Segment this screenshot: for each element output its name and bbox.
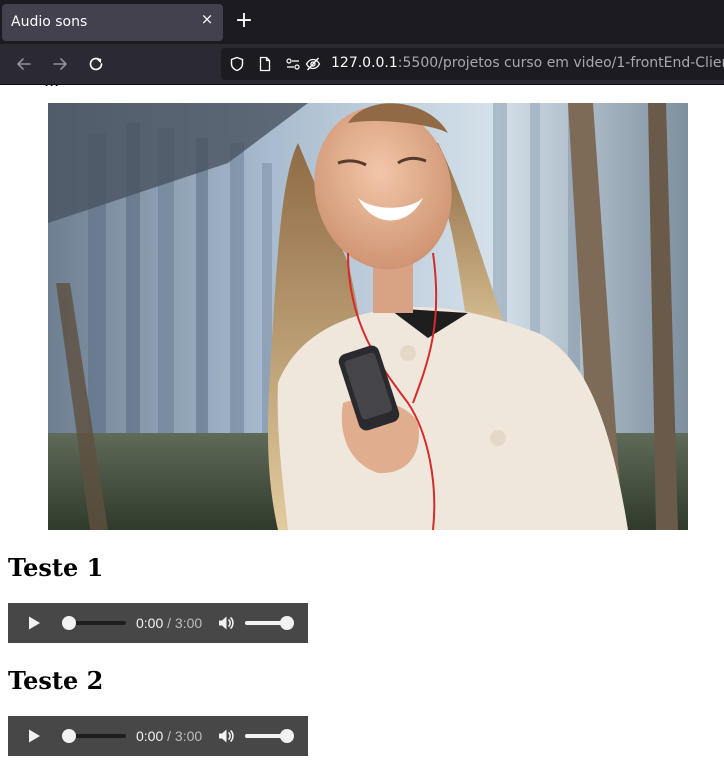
audio-player[interactable]: 0:00 / 3:00 (8, 716, 308, 756)
time-display: 0:00 / 3:00 (136, 728, 202, 744)
url-host: 127.0.0.1 (331, 55, 398, 71)
seek-thumb[interactable] (62, 729, 76, 743)
current-time: 0:00 (136, 615, 164, 631)
cut-off-text: ... (44, 85, 59, 90)
heading-teste-2: Teste 2 (8, 666, 104, 695)
reload-icon[interactable] (86, 54, 106, 74)
current-time: 0:00 (136, 728, 164, 744)
play-icon[interactable] (26, 615, 42, 631)
play-icon[interactable] (26, 728, 42, 744)
page-viewport: ... (0, 85, 724, 764)
duration: / 3:00 (163, 728, 203, 744)
time-display: 0:00 / 3:00 (136, 615, 202, 631)
volume-thumb[interactable] (280, 616, 294, 630)
tracking-blocked-icon[interactable] (305, 56, 321, 72)
volume-icon[interactable] (217, 614, 235, 632)
navigation-toolbar: 127.0.0.1:5500/projetos curso em video/1… (0, 44, 724, 85)
shield-icon[interactable] (229, 56, 245, 72)
page-icon[interactable] (257, 56, 273, 72)
tab-title: Audio sons (11, 14, 88, 30)
duration: / 3:00 (163, 615, 203, 631)
permissions-icon[interactable] (285, 56, 301, 72)
url-path: :5500/projetos curso em video/1-frontEnd… (397, 55, 724, 71)
tab-audio-sons[interactable]: Audio sons × (2, 4, 223, 41)
tab-strip: Audio sons × + (0, 0, 724, 44)
close-icon[interactable]: × (199, 11, 215, 27)
volume-icon[interactable] (217, 727, 235, 745)
url-text: 127.0.0.1:5500/projetos curso em video/1… (331, 55, 724, 71)
volume-thumb[interactable] (280, 729, 294, 743)
audio-player[interactable]: 0:00 / 3:00 (8, 603, 308, 643)
forward-arrow-icon[interactable] (50, 54, 70, 74)
url-bar[interactable]: 127.0.0.1:5500/projetos curso em video/1… (221, 48, 724, 80)
plus-icon[interactable]: + (234, 10, 254, 32)
woman-with-phone-image (48, 103, 688, 530)
back-arrow-icon[interactable] (14, 54, 34, 74)
heading-teste-1: Teste 1 (8, 553, 104, 582)
seek-thumb[interactable] (62, 616, 76, 630)
